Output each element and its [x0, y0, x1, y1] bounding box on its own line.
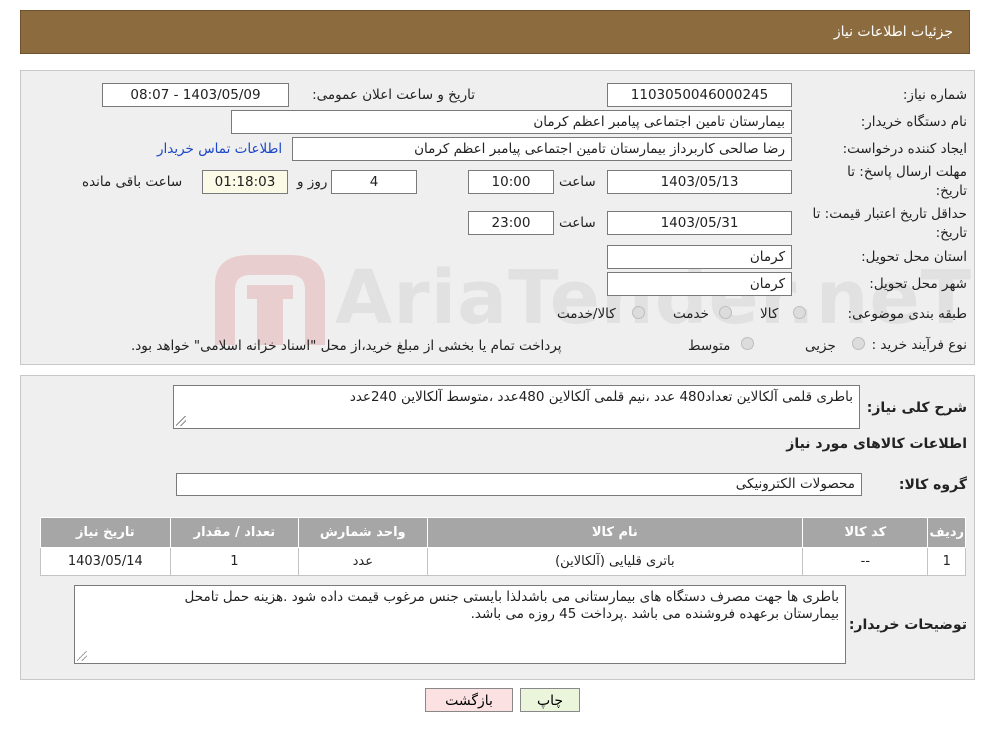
- days-label: روز و: [297, 174, 328, 190]
- validity-label: حداقل تاریخ اعتبار قیمت: تا: [812, 206, 967, 222]
- buyer-notes-textarea[interactable]: باطری ها جهت مصرف دستگاه های بیمارستانی …: [74, 585, 846, 664]
- deadline-label: مهلت ارسال پاسخ: تا: [847, 164, 967, 180]
- validity-date-field: 1403/05/31: [607, 211, 792, 235]
- buyer-notes-line-2: بیمارستان برعهده فروشنده می باشد .پرداخت…: [470, 606, 839, 622]
- category-radio-goods[interactable]: [793, 306, 806, 319]
- table-header-row: ردیف کد کالا نام کالا واحد شمارش تعداد /…: [40, 517, 966, 548]
- days-field: 4: [331, 170, 417, 194]
- table-row: 1 -- باتری قلیایی (آلکالاین) عدد 1 1403/…: [40, 547, 966, 576]
- need-number-field: 1103050046000245: [607, 83, 792, 107]
- goods-group-field: محصولات الکترونیکی: [176, 473, 862, 496]
- cell-unit: عدد: [298, 547, 428, 576]
- goods-info-title: اطلاعات کالاهای مورد نیاز: [786, 436, 967, 452]
- col-name-header: نام کالا: [426, 517, 804, 548]
- deadline-label-date: تاریخ:: [935, 183, 967, 199]
- buyer-contact-link[interactable]: اطلاعات تماس خریدار: [157, 141, 282, 157]
- process-radio-minor[interactable]: [852, 337, 865, 350]
- cell-name: باتری قلیایی (آلکالاین): [426, 547, 804, 576]
- province-field: کرمان: [607, 245, 792, 269]
- print-button[interactable]: چاپ: [520, 688, 580, 712]
- process-label: نوع فرآیند خرید :: [871, 337, 967, 353]
- announce-datetime-field: 1403/05/09 - 08:07: [102, 83, 289, 107]
- announce-label: تاریخ و ساعت اعلان عمومی:: [312, 87, 475, 103]
- remaining-time-field: 01:18:03: [202, 170, 288, 194]
- cell-quantity: 1: [169, 547, 300, 576]
- process-payment-note: پرداخت تمام یا بخشی از مبلغ خرید،از محل …: [131, 338, 562, 354]
- buyer-notes-line-1: باطری ها جهت مصرف دستگاه های بیمارستانی …: [184, 589, 839, 605]
- cell-row: 1: [927, 547, 966, 576]
- need-number-label: شماره نیاز:: [902, 87, 967, 103]
- col-date-header: تاریخ نیاز: [40, 517, 171, 548]
- col-row-header: ردیف: [927, 517, 966, 548]
- buyer-org-label: نام دستگاه خریدار:: [860, 114, 967, 130]
- col-unit-header: واحد شمارش: [298, 517, 428, 548]
- buyer-notes-label: توضیحات خریدار:: [848, 617, 967, 633]
- city-label: شهر محل تحویل:: [869, 276, 967, 292]
- page-header: جزئیات اطلاعات نیاز: [20, 10, 970, 54]
- category-goods-label: کالا: [760, 306, 779, 322]
- city-field: کرمان: [607, 272, 792, 296]
- validity-time-field: 23:00: [468, 211, 554, 235]
- resize-handle-icon[interactable]: [77, 651, 87, 661]
- goods-table: ردیف کد کالا نام کالا واحد شمارش تعداد /…: [40, 517, 966, 576]
- process-radio-medium[interactable]: [741, 337, 754, 350]
- col-quantity-header: تعداد / مقدار: [169, 517, 300, 548]
- summary-text: باطری قلمی آلکالاین تعداد480 عدد ،نیم قل…: [349, 389, 853, 405]
- category-label: طبقه بندی موضوعی:: [847, 306, 967, 322]
- page-title: جزئیات اطلاعات نیاز: [833, 24, 953, 40]
- cell-code: --: [802, 547, 929, 576]
- deadline-time-field: 10:00: [468, 170, 554, 194]
- buyer-org-field: بیمارستان تامین اجتماعی پیامبر اعظم کرما…: [231, 110, 792, 134]
- category-goods-service-label: کالا/خدمت: [557, 306, 616, 322]
- remaining-label: ساعت باقی مانده: [82, 174, 183, 190]
- deadline-date-field: 1403/05/13: [607, 170, 792, 194]
- process-medium-label: متوسط: [688, 338, 731, 354]
- validity-time-label: ساعت: [559, 215, 596, 231]
- creator-label: ایجاد کننده درخواست:: [842, 141, 967, 157]
- validity-label-date: تاریخ:: [935, 225, 967, 241]
- cell-date: 1403/05/14: [40, 547, 171, 576]
- summary-textarea[interactable]: باطری قلمی آلکالاین تعداد480 عدد ،نیم قل…: [173, 385, 860, 429]
- goods-group-label: گروه کالا:: [898, 477, 967, 493]
- deadline-time-label: ساعت: [559, 174, 596, 190]
- province-label: استان محل تحویل:: [861, 249, 967, 265]
- category-radio-service[interactable]: [719, 306, 732, 319]
- category-service-label: خدمت: [673, 306, 709, 322]
- back-button[interactable]: بازگشت: [425, 688, 513, 712]
- resize-handle-icon[interactable]: [176, 416, 186, 426]
- category-radio-goods-service[interactable]: [632, 306, 645, 319]
- process-minor-label: جزیی: [805, 338, 836, 354]
- summary-label: شرح کلی نیاز:: [866, 400, 967, 416]
- creator-field: رضا صالحی کاربرداز بیمارستان تامین اجتما…: [292, 137, 792, 161]
- col-code-header: کد کالا: [802, 517, 929, 548]
